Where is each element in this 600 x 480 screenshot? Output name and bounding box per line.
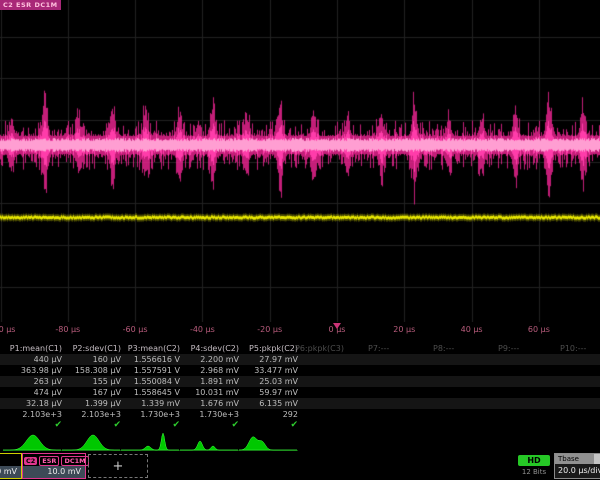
waveform-graticule[interactable] [0, 0, 600, 322]
timebase-value: 20.0 µs/div [555, 464, 600, 478]
bottom-bar: C1 DC1M 10.0 mV C2 ESR DC1M 10.0 mV + HD… [0, 452, 600, 480]
measurement-value: 33.477 mV [228, 365, 298, 376]
timebase-descriptor[interactable]: Tbase 20.0 µs/div [554, 453, 600, 479]
measurement-histicons [0, 431, 600, 452]
time-axis-label: 20 µs [393, 325, 415, 334]
c2-coupling-badge: DC1M [61, 456, 88, 466]
parameter-header-inactive[interactable]: P9:--- [498, 343, 519, 354]
measurement-value: 292 [228, 409, 298, 420]
measurement-table: P1:mean(C1)P2:sdev(C1)P3:mean(C2)P4:sdev… [0, 343, 600, 431]
channel-descriptor-c2[interactable]: C2 ESR DC1M 10.0 mV [22, 453, 86, 479]
c2-esr-badge: ESR [39, 456, 59, 466]
status-check-icon: ✔ [228, 420, 298, 431]
hd-mode-badge[interactable]: HD [518, 455, 550, 466]
parameter-header-inactive[interactable]: P7:--- [368, 343, 389, 354]
oscilloscope-screen: C2 ESR DC1M -100 µs -80 µs -60 µs -40 µs -20… [0, 0, 600, 480]
parameter-header[interactable]: P5:pkpk(C2) [228, 343, 298, 354]
measurement-row: 32.18 µV1.399 µV1.339 mV1.676 mV6.135 mV [0, 398, 600, 409]
measurement-row: 474 µV167 µV1.558645 V10.031 mV59.97 mV [0, 387, 600, 398]
measurement-value: 25.03 mV [228, 376, 298, 387]
trigger-position-marker[interactable] [333, 323, 341, 329]
c2-badge-row: C2 ESR DC1M [23, 454, 85, 466]
trace-descriptor-overlay-label: C2 ESR DC1M [0, 0, 61, 10]
channel-descriptor-c1[interactable]: C1 DC1M 10.0 mV [0, 453, 22, 479]
measurement-header-row: P1:mean(C1)P2:sdev(C1)P3:mean(C2)P4:sdev… [0, 343, 600, 354]
time-axis-label: 60 µs [528, 325, 550, 334]
parameter-header-inactive[interactable]: P6:pkpk(C3) [295, 343, 344, 354]
measurement-row: 2.103e+32.103e+31.730e+31.730e+3292 [0, 409, 600, 420]
hd-bits-label: 12 Bits [514, 468, 554, 476]
measurement-value: 59.97 mV [228, 387, 298, 398]
measurement-row: 263 µV155 µV1.550084 V1.891 mV25.03 mV [0, 376, 600, 387]
time-axis-label: -60 µs [123, 325, 148, 334]
measurement-row: 363.98 µV158.308 µV1.557591 V2.968 mV33.… [0, 365, 600, 376]
timebase-label: Tbase [555, 454, 594, 464]
histicon[interactable] [121, 431, 180, 452]
histicon[interactable] [3, 431, 62, 452]
timebase-header: Tbase [555, 454, 600, 464]
timebase-header-spacer [594, 454, 600, 464]
c1-volts-per-div: 10.0 mV [0, 466, 21, 478]
measurement-status-row: ✔✔✔✔✔ [0, 420, 600, 431]
parameter-header-inactive[interactable]: P10:--- [560, 343, 586, 354]
c2-channel-badge: C2 [24, 457, 37, 465]
histicon[interactable] [239, 431, 298, 452]
c2-volts-per-div: 10.0 mV [23, 466, 85, 478]
time-axis-label: 40 µs [461, 325, 483, 334]
time-axis-label: -20 µs [257, 325, 282, 334]
time-axis-label: -40 µs [190, 325, 215, 334]
measurement-row: 440 µV160 µV1.556616 V2.200 mV27.97 mV [0, 354, 600, 365]
parameter-header-inactive[interactable]: P8:--- [433, 343, 454, 354]
add-trace-button[interactable]: + [88, 454, 148, 478]
c1-badge-row: C1 DC1M [0, 454, 21, 466]
measurement-value: 27.97 mV [228, 354, 298, 365]
histicon[interactable] [180, 431, 239, 452]
measurement-value: 6.135 mV [228, 398, 298, 409]
histicon[interactable] [62, 431, 121, 452]
time-axis: -100 µs-80 µs-60 µs-40 µs-20 µs0 µs20 µs… [0, 322, 600, 340]
time-axis-label: -80 µs [55, 325, 80, 334]
time-axis-label: -100 µs [0, 325, 15, 334]
